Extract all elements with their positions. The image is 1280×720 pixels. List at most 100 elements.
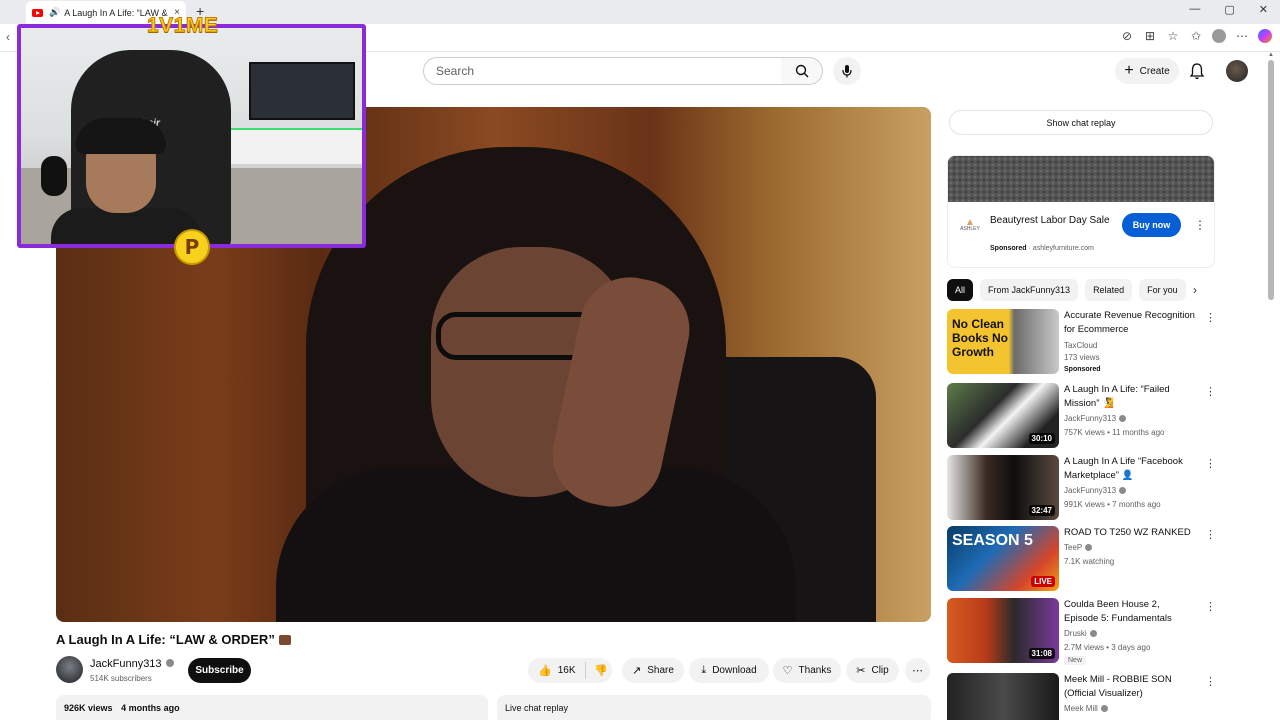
buy-now-button[interactable]: Buy now [1122, 213, 1181, 237]
video-title: A Laugh In A Life: “LAW & ORDER” [56, 632, 291, 647]
download-icon: ⤓ [701, 664, 707, 676]
microphone-icon [842, 65, 852, 78]
channel-name[interactable]: JackFunny313 [90, 658, 174, 670]
maximize-button[interactable]: ▢ [1224, 3, 1234, 16]
scroll-up-icon[interactable]: ▲ [1268, 52, 1274, 58]
tracking-icon[interactable]: ⊘ [1120, 29, 1134, 43]
share-label: Share [647, 665, 674, 676]
channel-name-text: JackFunny313 [90, 658, 162, 670]
browser-toolbar-icons: ⊘ ⊞ ☆ ✩ ⋯ [1120, 29, 1272, 43]
minimize-button[interactable]: — [1189, 3, 1200, 16]
favorites-icon[interactable]: ✩ [1189, 29, 1203, 43]
duration-badge: 32:47 [1028, 505, 1055, 516]
recommendation-item[interactable]: No Clean Books No Growth Accurate Revenu… [947, 309, 1217, 375]
video-thumbnail[interactable] [947, 673, 1059, 720]
subscribe-button[interactable]: Subscribe [188, 658, 251, 683]
recommendation-title[interactable]: Accurate Revenue Recognition for Ecommer… [1064, 309, 1196, 337]
thanks-button[interactable]: ♡ Thanks [773, 658, 841, 683]
channel-avatar[interactable] [56, 656, 83, 683]
chip-all[interactable]: All [947, 279, 974, 301]
chip-for-you[interactable]: For you [1139, 279, 1186, 301]
more-options-icon[interactable]: ⋮ [1205, 311, 1216, 324]
overlay-title-logo: 1V1ME [146, 14, 219, 38]
recommendation-stats: 173 views [1064, 353, 1100, 362]
recommendation-channel[interactable]: TeeP [1064, 543, 1093, 552]
video-thumbnail[interactable]: 32:47 [947, 455, 1059, 520]
ad-meta: Sponsored · ashleyfurniture.com [990, 245, 1094, 252]
recommendation-title[interactable]: A Laugh In A Life “Facebook Marketplace”… [1064, 455, 1196, 483]
search-icon [795, 64, 808, 78]
more-options-icon[interactable]: ⋮ [1205, 675, 1216, 688]
more-actions-button[interactable]: ⋯ [905, 658, 930, 683]
notifications-bell-icon[interactable] [1189, 62, 1205, 80]
more-horizontal-icon: ⋯ [912, 665, 923, 677]
recommendation-channel[interactable]: Meek Mill [1064, 704, 1108, 713]
speaker-icon[interactable]: 🔊 [49, 7, 60, 18]
window-controls: — ▢ ✕ [1189, 3, 1268, 16]
profile-icon[interactable] [1212, 29, 1226, 43]
recommendation-title[interactable]: ROAD TO T250 WZ RANKED [1064, 526, 1196, 540]
chips-next-chevron-icon[interactable]: › [1193, 283, 1197, 297]
thanks-label: Thanks [798, 665, 832, 676]
subscriber-count: 514K subscribers [90, 674, 152, 683]
recommendation-item[interactable]: 32:47 A Laugh In A Life “Facebook Market… [947, 455, 1217, 521]
page-scrollbar[interactable] [1268, 60, 1274, 300]
recommendation-channel[interactable]: JackFunny313 [1064, 414, 1127, 423]
thumbs-up-icon: 👍 [538, 665, 552, 677]
download-button[interactable]: ⤓ Download [689, 658, 769, 683]
recommendation-title[interactable]: A Laugh In A Life: “Failed Mission” 🧏 [1064, 383, 1196, 411]
more-options-icon[interactable]: ⋮ [1205, 457, 1216, 470]
more-options-icon[interactable]: ⋮ [1205, 528, 1216, 541]
copilot-icon[interactable] [1258, 29, 1272, 43]
recommendation-channel-text: JackFunny313 [1064, 414, 1117, 423]
verified-check-icon [1089, 630, 1097, 637]
like-button[interactable]: 👍 16K [528, 662, 586, 679]
briefcase-icon [278, 635, 291, 645]
like-count: 16K [557, 665, 576, 676]
recommendation-item[interactable]: Meek Mill - ROBBIE SON (Official Visuali… [947, 673, 1217, 720]
share-button[interactable]: ↗ Share [622, 658, 684, 683]
recommendation-channel[interactable]: JackFunny313 [1064, 486, 1127, 495]
account-avatar[interactable] [1226, 60, 1248, 82]
webcam-headset [41, 156, 67, 196]
recommendation-item[interactable]: SEASON 5 LIVE ROAD TO T250 WZ RANKED Tee… [947, 526, 1217, 592]
video-thumbnail[interactable]: SEASON 5 LIVE [947, 526, 1059, 591]
dislike-button[interactable]: 👎 [586, 664, 608, 677]
ad-title[interactable]: Beautyrest Labor Day Sale [990, 214, 1110, 228]
recommendation-item[interactable]: 31:08 Coulda Been House 2, Episode 5: Fu… [947, 598, 1217, 665]
recommendation-channel-text: Druski [1064, 629, 1087, 638]
recommendation-channel[interactable]: TaxCloud [1064, 341, 1097, 350]
video-thumbnail[interactable]: No Clean Books No Growth [947, 309, 1059, 374]
recommendation-channel[interactable]: Druski [1064, 629, 1097, 638]
reader-icon[interactable]: ⊞ [1143, 29, 1157, 43]
verified-check-icon [1119, 487, 1127, 494]
recommendation-title[interactable]: Coulda Been House 2, Episode 5: Fundamen… [1064, 598, 1196, 626]
show-chat-replay-button[interactable]: Show chat replay [949, 110, 1213, 135]
back-arrow-icon[interactable]: ‹ [6, 30, 10, 44]
more-options-icon[interactable]: ⋮ [1205, 385, 1216, 398]
verified-check-icon [1085, 544, 1093, 551]
recommendation-title[interactable]: Meek Mill - ROBBIE SON (Official Visuali… [1064, 673, 1196, 701]
description-box[interactable]: 926K views 4 months ago [56, 695, 488, 720]
duration-badge: 31:08 [1028, 648, 1055, 659]
view-count: 926K views [64, 703, 113, 713]
video-thumbnail[interactable]: 30:10 [947, 383, 1059, 448]
clip-button[interactable]: ✂ Clip [846, 658, 899, 683]
voice-search-button[interactable] [833, 57, 861, 85]
search-input[interactable]: Search [423, 57, 782, 85]
live-chat-replay-header[interactable]: Live chat replay [497, 695, 931, 720]
create-button[interactable]: + Create [1115, 58, 1179, 84]
ad-more-icon[interactable]: ⋮ [1194, 218, 1206, 232]
more-options-icon[interactable]: ⋮ [1205, 600, 1216, 613]
chip-from-channel[interactable]: From JackFunny313 [980, 279, 1079, 301]
search-button[interactable] [781, 57, 823, 85]
video-thumbnail[interactable]: 31:08 [947, 598, 1059, 663]
chip-related[interactable]: Related [1085, 279, 1133, 301]
more-icon[interactable]: ⋯ [1235, 29, 1249, 43]
recommendation-item[interactable]: 30:10 A Laugh In A Life: “Failed Mission… [947, 383, 1217, 449]
ad-card[interactable]: ASHLEY Beautyrest Labor Day Sale Sponsor… [947, 155, 1215, 268]
verified-check-icon [1100, 705, 1108, 712]
close-window-button[interactable]: ✕ [1259, 3, 1268, 16]
search-placeholder: Search [436, 64, 475, 78]
favorite-star-icon[interactable]: ☆ [1166, 29, 1180, 43]
